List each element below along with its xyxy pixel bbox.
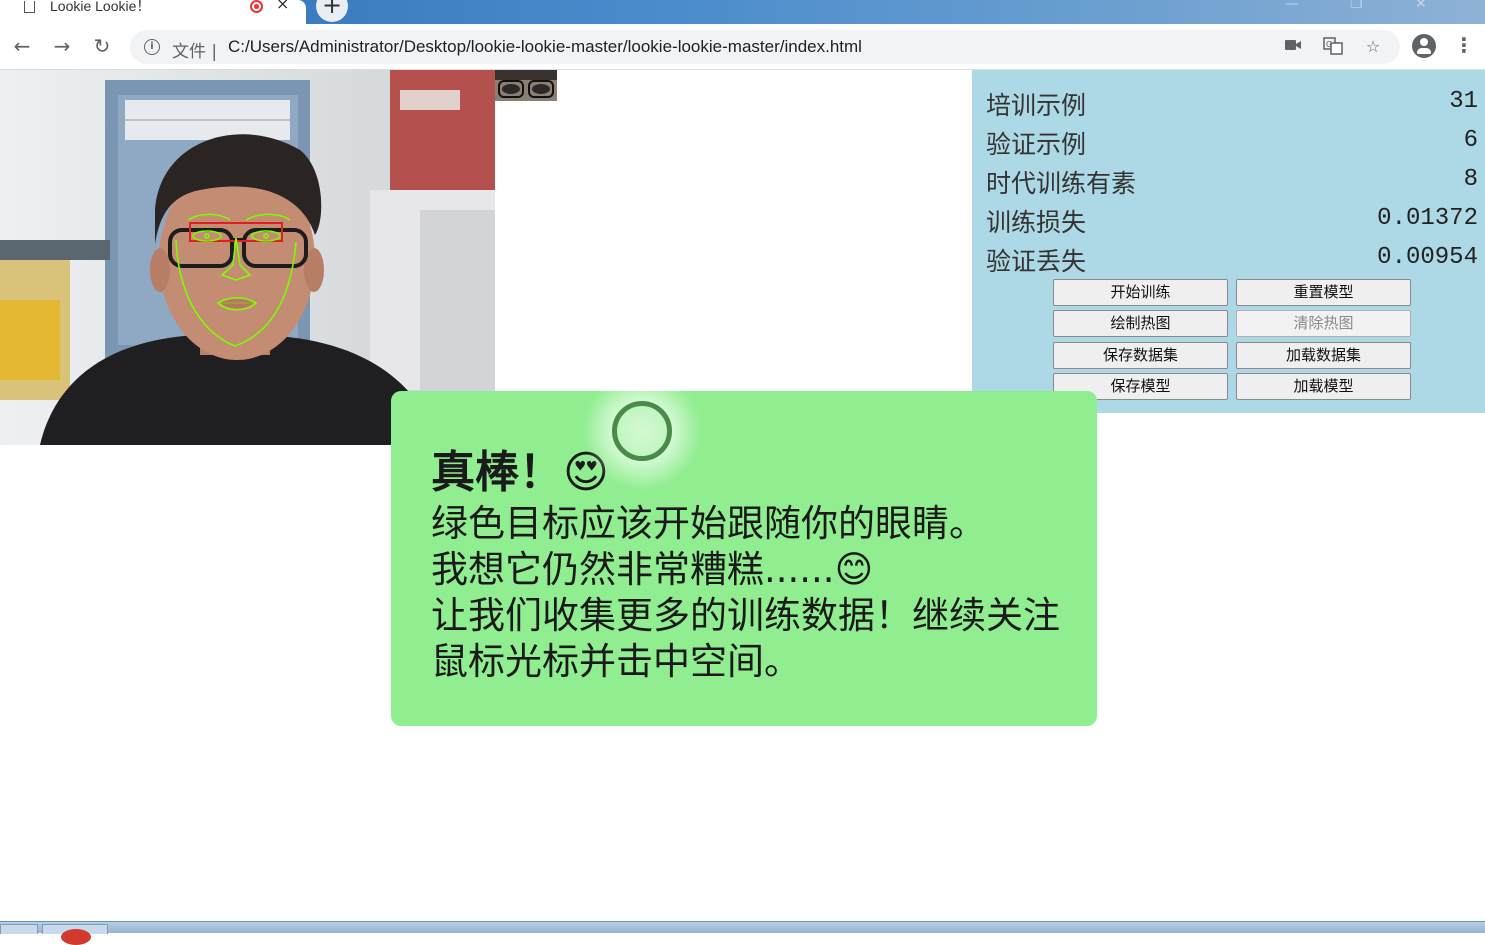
reload-icon[interactable]: ↻: [90, 34, 114, 58]
stat-value: 0.01372: [1377, 205, 1478, 232]
profile-icon[interactable]: [1412, 34, 1436, 58]
draw-heatmap-button[interactable]: 绘制热图: [1053, 310, 1228, 337]
stat-row-epochs-trained: 时代训练有素 8: [986, 164, 1478, 198]
url-scheme-label: 文件 |: [172, 42, 218, 62]
url-text[interactable]: C:/Users/Administrator/Desktop/lookie-lo…: [228, 37, 862, 57]
browser-toolbar: ← → ↻ i 文件 | C:/Users/Administrator/Desk…: [0, 24, 1485, 70]
close-window-icon[interactable]: ✕: [1415, 0, 1427, 12]
svg-text:G: G: [1326, 40, 1332, 49]
forward-icon[interactable]: →: [50, 34, 74, 58]
start-training-button[interactable]: 开始训练: [1053, 279, 1228, 306]
stat-value: 0.00954: [1377, 244, 1478, 271]
message-line: 绿色目标应该开始跟随你的眼睛。: [431, 502, 986, 545]
stat-label: 验证丢失: [986, 247, 1087, 276]
load-model-button[interactable]: 加载模型: [1236, 373, 1411, 400]
stat-row-training-loss: 训练损失 0.01372: [986, 203, 1478, 237]
stat-label: 训练损失: [986, 208, 1087, 237]
tab-title: Lookie Lookie！: [50, 0, 151, 14]
stat-row-validation-loss: 验证丢失 0.00954: [986, 242, 1478, 276]
stat-row-training-examples: 培训示例 31: [986, 86, 1478, 120]
clear-heatmap-button[interactable]: 清除热图: [1236, 310, 1411, 337]
stat-row-validation-examples: 验证示例 6: [986, 125, 1478, 159]
eyes-crop-preview: [495, 70, 557, 101]
document-icon: [24, 1, 35, 13]
message-title: 真棒！😍: [431, 447, 609, 498]
browser-tab[interactable]: Lookie Lookie！ ×: [0, 0, 306, 24]
webcam-video: [0, 70, 495, 445]
tab-strip: Lookie Lookie！ × + — ❐ ✕: [0, 0, 1485, 24]
recording-icon: [250, 0, 263, 13]
stat-value: 8: [1463, 166, 1478, 193]
bookmark-star-icon[interactable]: ☆: [1362, 37, 1384, 57]
close-tab-icon[interactable]: ×: [276, 0, 289, 13]
training-info-panel: 培训示例 31 验证示例 6 时代训练有素 8 训练损失 0.01372 验证丢…: [972, 70, 1485, 413]
menu-icon[interactable]: ⋮: [1452, 34, 1476, 58]
os-taskbar: [0, 921, 1485, 945]
reset-model-button[interactable]: 重置模型: [1236, 279, 1411, 306]
stat-value: 6: [1463, 127, 1478, 154]
gaze-target: [612, 401, 672, 461]
maximize-icon[interactable]: ❐: [1350, 0, 1363, 12]
address-bar[interactable]: i 文件 | C:/Users/Administrator/Desktop/lo…: [130, 30, 1400, 64]
stat-label: 验证示例: [986, 130, 1087, 159]
message-line: 让我们收集更多的训练数据！继续关注鼠标光标并击中空间。: [431, 594, 1060, 683]
browser-app-icon: [61, 929, 91, 945]
stat-label: 培训示例: [986, 91, 1087, 120]
window-controls: — ❐ ✕: [1255, 0, 1485, 16]
instruction-card: 真棒！😍 绿色目标应该开始跟随你的眼睛。 我想它仍然非常糟糕......😊 让我…: [391, 391, 1097, 726]
translate-icon[interactable]: G: [1322, 37, 1344, 57]
stat-value: 31: [1449, 88, 1478, 115]
load-dataset-button[interactable]: 加载数据集: [1236, 342, 1411, 369]
info-icon[interactable]: i: [144, 39, 160, 55]
stat-label: 时代训练有素: [986, 169, 1137, 198]
save-dataset-button[interactable]: 保存数据集: [1053, 342, 1228, 369]
message-line: 我想它仍然非常糟糕......😊: [431, 548, 874, 591]
message-body: 绿色目标应该开始跟随你的眼睛。 我想它仍然非常糟糕......😊 让我们收集更多…: [431, 501, 1061, 685]
minimize-icon[interactable]: —: [1285, 0, 1299, 12]
camera-icon[interactable]: [1282, 37, 1304, 57]
new-tab-button[interactable]: +: [316, 0, 348, 22]
back-icon[interactable]: ←: [10, 34, 34, 58]
